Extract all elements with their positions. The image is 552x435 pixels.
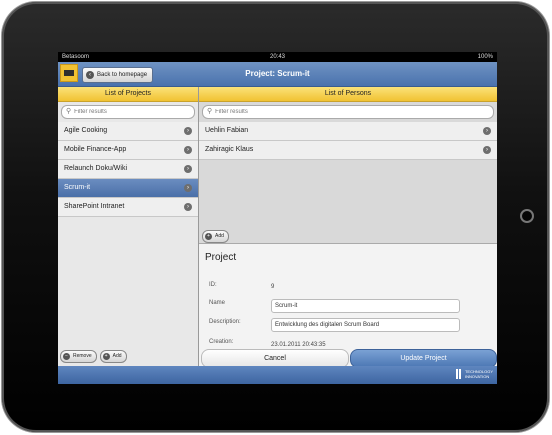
project-row-label: SharePoint Intranet (64, 203, 125, 210)
id-label: ID: (209, 282, 217, 288)
project-detail-title: Project (205, 252, 237, 263)
search-icon: ⚲ (66, 108, 72, 115)
status-bar: Betasoom 20:43 100% (58, 52, 497, 62)
description-field[interactable]: Entwicklung des digitalen Scrum Board (271, 318, 460, 332)
back-button-label: Back to homepage (97, 72, 148, 78)
project-row-sharepoint-intranet[interactable]: SharePoint Intranet › (58, 198, 198, 217)
creation-value: 23.01.2011 20:43:35 (271, 342, 326, 348)
project-row-label: Mobile Finance-App (64, 146, 127, 153)
screen: Betasoom 20:43 100% Project: Scrum-it ‹ … (58, 52, 497, 384)
battery-indicator: 100% (477, 54, 493, 60)
person-row-label: Zahiragic Klaus (205, 146, 254, 153)
add-person-label: Add (215, 233, 224, 239)
plus-icon: + (102, 353, 110, 360)
detail-disclosure-icon[interactable]: › (184, 203, 192, 211)
detail-disclosure-icon[interactable]: › (184, 127, 192, 135)
persons-search[interactable]: ⚲ (202, 105, 494, 119)
project-row-scrum-it[interactable]: Scrum-it › (58, 179, 198, 198)
detail-disclosure-icon[interactable]: › (184, 146, 192, 154)
detail-disclosure-icon[interactable]: › (184, 165, 192, 173)
id-value: 9 (271, 284, 275, 290)
app-logo-icon[interactable] (60, 64, 78, 82)
brand-mark-icon (455, 369, 462, 379)
add-project-button[interactable]: + Add (99, 350, 127, 363)
person-row-label: Uehlin Fabian (205, 127, 249, 134)
persons-search-input[interactable] (215, 109, 444, 115)
person-row-uehlin-fabian[interactable]: Uehlin Fabian › (199, 122, 497, 141)
project-row-label: Scrum-it (64, 184, 91, 191)
name-label: Name (209, 300, 226, 306)
ipad-device-frame: Betasoom 20:43 100% Project: Scrum-it ‹ … (2, 2, 549, 432)
chevron-right-icon[interactable]: › (483, 146, 491, 154)
remove-project-button[interactable]: − Remove (60, 350, 97, 363)
detail-disclosure-icon[interactable]: › (184, 184, 192, 192)
home-button[interactable] (520, 209, 534, 223)
back-to-homepage-button[interactable]: ‹ Back to homepage (82, 67, 154, 83)
project-row-label: Relaunch Doku/Wiki (64, 165, 128, 172)
plus-icon: + (205, 233, 212, 240)
add-person-button[interactable]: + Add (202, 230, 229, 243)
brand-line-2: INNOVATION (464, 374, 490, 379)
clock: 20:43 (269, 54, 285, 60)
description-label: Description: (209, 319, 241, 325)
projects-search[interactable]: ⚲ (61, 105, 195, 119)
footer-bar: TECHNOLOGY INNOVATION (58, 366, 497, 384)
creation-label: Creation: (209, 339, 234, 345)
project-row-agile-cooking[interactable]: Agile Cooking › (58, 122, 198, 141)
search-icon: ⚲ (207, 108, 213, 115)
add-button-label: Add (112, 353, 122, 359)
project-row-mobile-finance-app[interactable]: Mobile Finance-App › (58, 141, 198, 160)
projects-actions: − Remove + Add (60, 350, 127, 363)
projects-panel: List of Projects ⚲ Agile Cooking › Mobil… (58, 87, 199, 366)
persons-panel: List of Persons ⚲ Uehlin Fabian › Zahira… (199, 87, 497, 368)
navigation-bar: Project: Scrum-it ‹ Back to homepage (58, 62, 497, 87)
technology-innovation-logo: TECHNOLOGY INNOVATION (455, 369, 493, 379)
project-detail-form: Project ID: 9 Name Scrum-it Description:… (199, 243, 497, 368)
projects-search-input[interactable] (74, 109, 177, 115)
back-arrow-icon: ‹ (86, 71, 94, 79)
project-row-label: Agile Cooking (64, 127, 108, 134)
name-field[interactable]: Scrum-it (271, 299, 460, 313)
person-row-zahiragic-klaus[interactable]: Zahiragic Klaus › (199, 141, 497, 160)
remove-button-label: Remove (73, 353, 92, 359)
project-row-relaunch-doku-wiki[interactable]: Relaunch Doku/Wiki › (58, 160, 198, 179)
persons-panel-header: List of Persons (199, 87, 497, 102)
minus-icon: − (63, 353, 70, 360)
chevron-right-icon[interactable]: › (483, 127, 491, 135)
projects-panel-header: List of Projects (58, 87, 198, 102)
